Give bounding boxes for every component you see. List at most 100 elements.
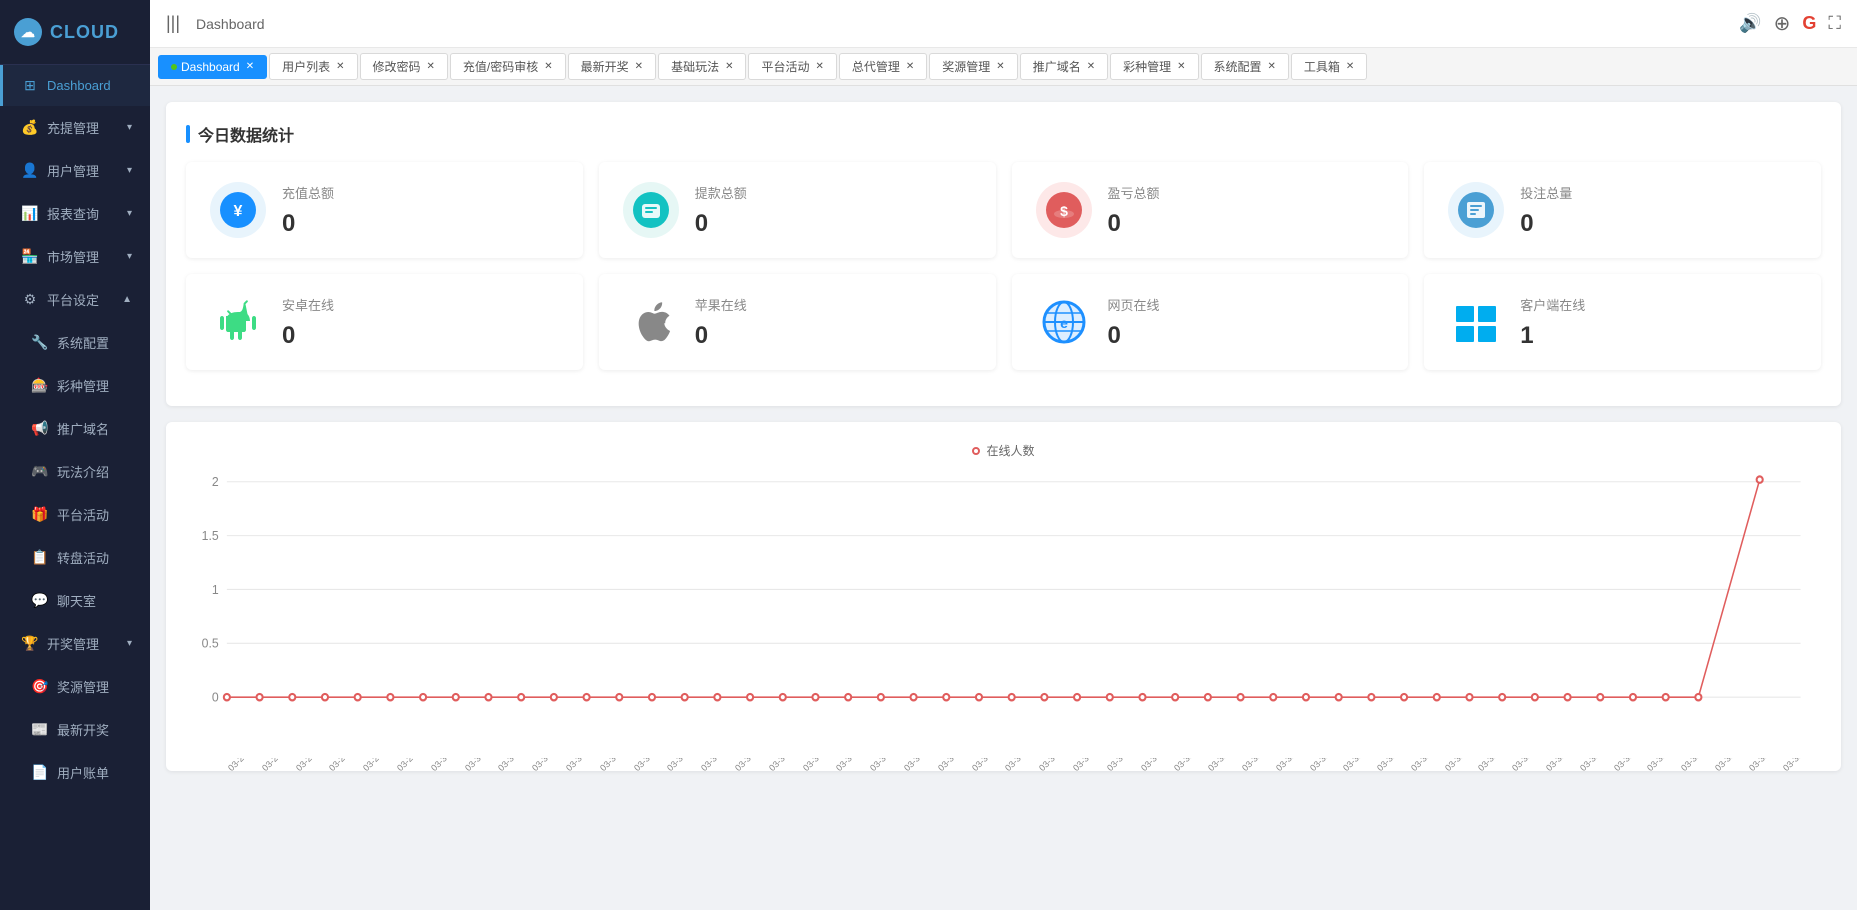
sidebar-item-label: 市场管理 [47, 247, 99, 266]
tab-close-icon[interactable]: ✕ [815, 61, 823, 72]
online-card-android: 安卓在线 0 [186, 274, 583, 370]
tab-plat-activity[interactable]: 平台活动 ✕ [748, 53, 836, 80]
sidebar-item-promote[interactable]: 📢 推广域名 [0, 407, 150, 450]
sidebar-item-users[interactable]: 👤 用户管理 ▾ [0, 149, 150, 192]
online-cards-row: 安卓在线 0 苹果在线 0 [186, 274, 1821, 370]
tab-label: 平台活动 [761, 58, 809, 75]
tab-recharge[interactable]: 充值/密码审核 ✕ [450, 53, 566, 80]
chart-section: 在线人数 2 1.5 1 0.5 0 [166, 422, 1841, 771]
stat-info-recharge: 充值总额 0 [282, 183, 559, 238]
tab-latest-draw[interactable]: 最新开奖 ✕ [568, 53, 656, 80]
online-label-android: 安卓在线 [282, 295, 559, 314]
tab-close-icon[interactable]: ✕ [1268, 61, 1276, 72]
tab-basic-play[interactable]: 基础玩法 ✕ [658, 53, 746, 80]
sidebar-item-label: 转盘活动 [57, 548, 109, 567]
header-left: ||| Dashboard [166, 13, 265, 34]
bet-stat-icon [1448, 182, 1504, 238]
sidebar-item-latest-draw[interactable]: 📰 最新开奖 [0, 708, 150, 751]
tab-label: 推广域名 [1033, 58, 1081, 75]
sidebar-item-lottery[interactable]: 🎰 彩种管理 [0, 364, 150, 407]
tab-label: Dashboard [181, 60, 240, 74]
sidebar-item-label: 平台活动 [57, 505, 109, 524]
svg-text:2: 2 [212, 475, 219, 489]
stat-label-bet: 投注总量 [1520, 183, 1797, 202]
svg-text:¥: ¥ [234, 203, 243, 220]
tab-close-icon[interactable]: ✕ [1087, 61, 1095, 72]
users-icon: 👤 [21, 162, 39, 179]
tab-variety-mgr[interactable]: 彩种管理 ✕ [1110, 53, 1198, 80]
sidebar-item-recharge[interactable]: 💰 充提管理 ▾ [0, 106, 150, 149]
stats-cards-row: ¥ 充值总额 0 [186, 162, 1821, 258]
tab-close-icon[interactable]: ✕ [725, 61, 733, 72]
tabs-bar: Dashboard ✕ 用户列表 ✕ 修改密码 ✕ 充值/密码审核 ✕ 最新开奖… [150, 48, 1857, 86]
tab-agent-mgr[interactable]: 总代管理 ✕ [839, 53, 927, 80]
stat-value-profit: 0 [1108, 210, 1385, 238]
tab-label: 奖源管理 [942, 58, 990, 75]
sidebar-item-reports[interactable]: 📊 报表查询 ▾ [0, 192, 150, 235]
windows-icon [1448, 294, 1504, 350]
online-value-android: 0 [282, 322, 559, 350]
sidebar-item-label: 推广域名 [57, 419, 109, 438]
tab-close-icon[interactable]: ✕ [544, 61, 552, 72]
sidebar-item-sysconfig[interactable]: 🔧 系统配置 [0, 321, 150, 364]
market-icon: 🏪 [21, 248, 39, 265]
stat-value-recharge: 0 [282, 210, 559, 238]
tab-close-icon[interactable]: ✕ [996, 61, 1004, 72]
sidebar-item-dashboard[interactable]: ⊞ Dashboard [0, 65, 150, 106]
sidebar-item-lottery-mgr[interactable]: 🏆 开奖管理 ▾ [0, 622, 150, 665]
sidebar-item-market[interactable]: 🏪 市场管理 ▾ [0, 235, 150, 278]
header-right: 🔊 ⊕ G ⛶ [1739, 11, 1841, 36]
sidebar-item-prize[interactable]: 🎯 奖源管理 [0, 665, 150, 708]
tab-tools[interactable]: 工具箱 ✕ [1291, 53, 1367, 80]
sidebar-item-gameplay[interactable]: 🎮 玩法介绍 [0, 450, 150, 493]
stat-label-profit: 盈亏总额 [1108, 183, 1385, 202]
sidebar-item-label: 平台设定 [47, 290, 99, 309]
online-card-client: 客户端在线 1 [1424, 274, 1821, 370]
tab-label: 基础玩法 [671, 58, 719, 75]
tab-sys-config[interactable]: 系统配置 ✕ [1201, 53, 1289, 80]
tab-close-icon[interactable]: ✕ [246, 61, 254, 72]
tab-label: 彩种管理 [1123, 58, 1171, 75]
dashboard-icon: ⊞ [21, 77, 39, 94]
tab-close-icon[interactable]: ✕ [1346, 61, 1354, 72]
sidebar-item-user-single[interactable]: 📄 用户账单 [0, 751, 150, 794]
tab-label: 充值/密码审核 [463, 58, 538, 75]
tab-prize-mgr[interactable]: 奖源管理 ✕ [929, 53, 1017, 80]
user-single-icon: 📄 [31, 764, 49, 781]
online-info-web: 网页在线 0 [1108, 295, 1385, 350]
arrow-icon: ▾ [127, 251, 132, 262]
tab-close-icon[interactable]: ✕ [906, 61, 914, 72]
tab-promote-domain[interactable]: 推广域名 ✕ [1020, 53, 1108, 80]
legend-dot [972, 447, 980, 455]
sidebar-item-label: 用户账单 [57, 763, 109, 782]
google-icon[interactable]: G [1802, 13, 1816, 34]
sidebar-item-label: 用户管理 [47, 161, 99, 180]
sidebar-item-turntable[interactable]: 📋 转盘活动 [0, 536, 150, 579]
tab-user-list[interactable]: 用户列表 ✕ [269, 53, 357, 80]
online-info-android: 安卓在线 0 [282, 295, 559, 350]
section-title: 今日数据统计 [186, 122, 1821, 146]
arrow-icon: ▾ [127, 165, 132, 176]
tab-close-icon[interactable]: ✕ [635, 61, 643, 72]
sidebar-item-chatroom[interactable]: 💬 聊天室 [0, 579, 150, 622]
tab-close-icon[interactable]: ✕ [427, 61, 435, 72]
header-title: Dashboard [196, 16, 265, 32]
tab-close-icon[interactable]: ✕ [1177, 61, 1185, 72]
sidebar-logo: ☁ CLOUD [0, 0, 150, 65]
tab-change-pwd[interactable]: 修改密码 ✕ [360, 53, 448, 80]
today-stats-section: 今日数据统计 ¥ 充值总额 0 [166, 102, 1841, 406]
online-value-apple: 0 [695, 322, 972, 350]
stat-info-withdraw: 提款总额 0 [695, 183, 972, 238]
volume-icon[interactable]: 🔊 [1739, 13, 1761, 34]
settings-icon[interactable]: ⊕ [1774, 11, 1791, 36]
recharge-icon: 💰 [21, 119, 39, 136]
sidebar-item-platform[interactable]: ⚙ 平台设定 ▲ [0, 278, 150, 321]
tab-label: 最新开奖 [581, 58, 629, 75]
sidebar-item-label: 玩法介绍 [57, 462, 109, 481]
menu-toggle-icon[interactable]: ||| [166, 13, 180, 34]
fullscreen-icon[interactable]: ⛶ [1828, 13, 1841, 34]
tab-close-icon[interactable]: ✕ [336, 61, 344, 72]
sidebar-item-activities[interactable]: 🎁 平台活动 [0, 493, 150, 536]
tab-dashboard[interactable]: Dashboard ✕ [158, 55, 267, 79]
turntable-icon: 📋 [31, 549, 49, 566]
